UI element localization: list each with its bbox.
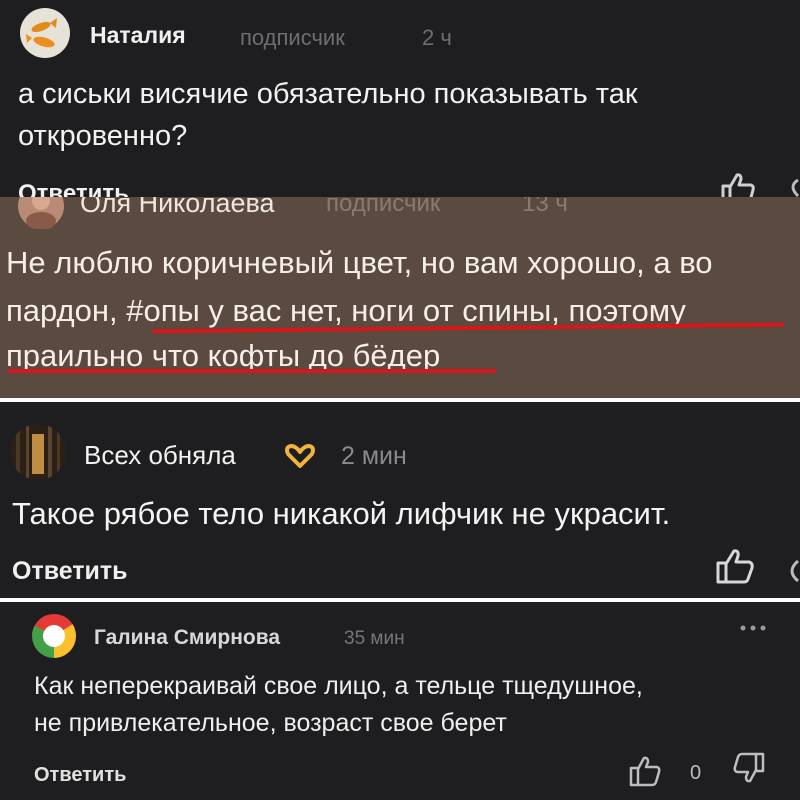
more-options-icon[interactable] bbox=[738, 620, 768, 631]
multicolor-avatar-icon[interactable] bbox=[32, 614, 76, 658]
comment-text-line: а сиськи висячие обязательно показывать … bbox=[18, 78, 638, 110]
comment-text-line: откровенно? bbox=[18, 120, 188, 152]
dislike-icon[interactable] bbox=[732, 752, 766, 784]
like-icon[interactable] bbox=[715, 548, 755, 584]
comment-text-line: пардон, #опы у вас нет, ноги от спины, п… bbox=[6, 293, 686, 328]
comment-panel-3: Всех обняла 2 мин Такое рябое тело никак… bbox=[0, 402, 800, 598]
reply-button[interactable]: Ответить bbox=[12, 557, 128, 586]
comment-text-line: Такое рябое тело никакой лифчик не украс… bbox=[12, 496, 671, 531]
like-icon[interactable] bbox=[628, 755, 662, 787]
more-icon[interactable] bbox=[786, 178, 800, 197]
like-icon[interactable] bbox=[720, 172, 756, 197]
photo-avatar-icon[interactable] bbox=[18, 197, 64, 230]
heart-hands-emoji-icon bbox=[282, 442, 318, 470]
author-role: подписчик bbox=[326, 197, 441, 217]
comment-panel-2: Оля Николаева подписчик 13 ч Не люблю ко… bbox=[0, 197, 800, 398]
highlight-underline bbox=[8, 369, 496, 373]
comment-author[interactable]: Всех обняла bbox=[84, 440, 236, 471]
reply-button[interactable]: Ответить bbox=[18, 180, 129, 197]
forest-avatar-icon[interactable] bbox=[10, 424, 66, 480]
more-icon[interactable] bbox=[785, 558, 800, 584]
reply-button[interactable]: Ответить bbox=[34, 764, 126, 787]
comment-time: 35 мин bbox=[344, 628, 405, 649]
comment-author[interactable]: Оля Николаева bbox=[80, 197, 275, 219]
comment-text-line: Как неперекраивай свое лицо, а тельце тщ… bbox=[34, 672, 643, 700]
comment-time: 13 ч bbox=[522, 197, 568, 217]
comment-text-line: не привлекательное, возраст свое берет bbox=[34, 709, 507, 737]
comment-author[interactable]: Наталия bbox=[90, 22, 186, 49]
comment-time: 2 мин bbox=[341, 442, 407, 470]
comment-time: 2 ч bbox=[422, 25, 452, 50]
comment-panel-1: Наталия подписчик 2 ч а сиськи висячие о… bbox=[0, 0, 800, 197]
author-role: подписчик bbox=[240, 25, 345, 50]
comment-panel-4: Галина Смирнова 35 мин Как неперекраивай… bbox=[0, 602, 800, 800]
comment-author[interactable]: Галина Смирнова bbox=[94, 626, 280, 650]
goldfish-avatar-icon[interactable] bbox=[20, 8, 70, 58]
like-count: 0 bbox=[690, 762, 702, 784]
comment-text-line: Не люблю коричневый цвет, но вам хорошо,… bbox=[6, 245, 713, 280]
